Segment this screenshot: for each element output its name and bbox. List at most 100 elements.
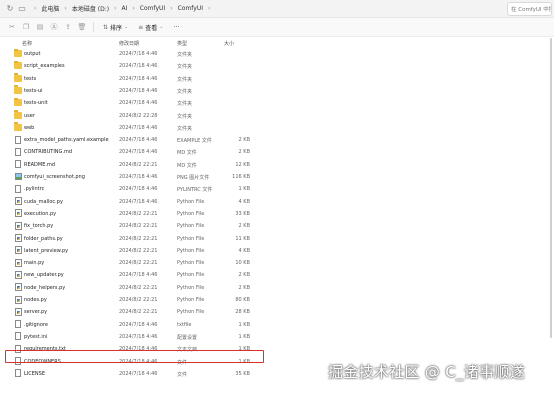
- file-row[interactable]: user 2024/8/2 22:28 文件夹: [0, 110, 330, 122]
- file-name: folder_paths.py: [24, 235, 63, 242]
- folder-icon: [14, 122, 22, 131]
- column-name[interactable]: 名称: [22, 40, 32, 47]
- file-row[interactable]: tests 2024/7/18 4:46 文件夹: [0, 73, 330, 85]
- search-input[interactable]: 在 ComfyUI 中搜索: [507, 2, 552, 16]
- refresh-icon[interactable]: ↻: [4, 3, 16, 15]
- python-file-icon: [15, 221, 22, 230]
- column-size[interactable]: 大小: [224, 40, 234, 47]
- file-size: 10 KB: [235, 260, 250, 267]
- breadcrumb-drive-d[interactable]: 本地磁盘 (D:): [72, 4, 109, 13]
- more-options-button[interactable]: ···: [169, 24, 185, 31]
- file-size: 11 KB: [235, 235, 250, 242]
- view-icon: ≡: [138, 23, 144, 31]
- share-icon[interactable]: ⇪: [61, 20, 75, 34]
- file-size: 2 KB: [238, 272, 250, 279]
- folder-icon: [14, 85, 22, 94]
- file-name: comfyui_screenshot.png: [24, 174, 85, 180]
- file-row[interactable]: tests-ui 2024/7/18 4:46 文件夹: [0, 85, 330, 97]
- file-size: 2 KB: [238, 223, 250, 230]
- file-modified-date: 2024/8/2 22:21: [119, 210, 158, 217]
- file-type: 文件夹: [177, 101, 193, 108]
- file-row[interactable]: .pylintrc 2024/7/18 4:46 PYLINTRC 文件 1 KB: [0, 183, 330, 195]
- file-row[interactable]: latent_preview.py 2024/8/2 22:21 Python Fi…: [0, 245, 330, 257]
- file-size: 4 KB: [238, 247, 250, 254]
- column-date[interactable]: 修改日期: [119, 40, 139, 47]
- file-name: execution.py: [24, 210, 57, 217]
- document-icon: [15, 135, 21, 144]
- file-row[interactable]: cuda_malloc.py 2024/7/18 4:46 Python File 4…: [0, 196, 330, 208]
- file-modified-date: 2024/7/18 4:46: [119, 124, 158, 131]
- file-row[interactable]: main.py 2024/8/2 22:21 Python File 10 KB: [0, 257, 330, 269]
- file-size: 2 KB: [238, 284, 250, 291]
- breadcrumb-comfyui-current[interactable]: ComfyUI: [178, 5, 203, 12]
- file-row[interactable]: execution.py 2024/8/2 22:21 Python File 33 …: [0, 208, 330, 220]
- python-file-icon: [15, 246, 22, 255]
- file-row[interactable]: LICENSE 2024/7/18 4:46 文件 35 KB: [0, 368, 330, 380]
- view-button[interactable]: ≡ 查看 ⌄: [133, 23, 168, 32]
- breadcrumb: › 此电脑 › 本地磁盘 (D:) › AI › ComfyUI › Comfy…: [34, 4, 210, 13]
- file-row[interactable]: README.md 2024/8/2 22:21 MD 文件 12 KB: [0, 159, 330, 171]
- file-modified-date: 2024/7/18 4:46: [119, 149, 158, 156]
- file-row[interactable]: new_updater.py 2024/7/18 4:46 Python File 2…: [0, 269, 330, 281]
- python-file-icon: [15, 295, 22, 304]
- file-name: CONTRIBUTING.md: [24, 149, 73, 156]
- file-type: Python File: [177, 223, 205, 230]
- breadcrumb-comfyui-parent[interactable]: ComfyUI: [140, 5, 165, 12]
- file-size: 35 KB: [235, 370, 250, 377]
- file-name: node_helpers.py: [24, 284, 66, 291]
- file-row[interactable]: extra_model_paths.yaml.example 2024/7/18 …: [0, 134, 330, 146]
- file-row[interactable]: .gitignore 2024/7/18 4:46 txtfile 1 KB: [0, 319, 330, 331]
- file-row[interactable]: CONTRIBUTING.md 2024/7/18 4:46 MD 文件 2 KB: [0, 146, 330, 158]
- file-row[interactable]: pytest.ini 2024/7/18 4:46 配置设置 1 KB: [0, 331, 330, 343]
- file-row[interactable]: folder_paths.py 2024/8/2 22:21 Python File…: [0, 233, 330, 245]
- python-file-icon: [15, 258, 22, 267]
- chevron-right-icon: ›: [170, 5, 173, 12]
- chevron-down-icon: ⌄: [159, 24, 164, 30]
- file-modified-date: 2024/8/2 22:28: [119, 112, 158, 119]
- file-type: Python File: [177, 260, 205, 267]
- file-modified-date: 2024/8/2 22:21: [119, 309, 158, 316]
- sort-button[interactable]: ⇅ 排序 ⌄: [98, 23, 133, 32]
- document-icon: [15, 147, 21, 156]
- file-name: tests-unit: [24, 100, 48, 107]
- file-row[interactable]: tests-unit 2024/7/18 4:46 文件夹: [0, 97, 330, 109]
- file-type: MD 文件: [177, 162, 197, 169]
- watermark: 掘金技术社区 @ C_诸事顺遂: [328, 363, 526, 381]
- file-row[interactable]: server.py 2024/8/2 22:21 Python File 28 KB: [0, 306, 330, 318]
- view-label: 查看: [145, 24, 158, 32]
- file-row[interactable]: output 2024/7/18 4:46 文件夹: [0, 48, 330, 60]
- scrollbar[interactable]: [550, 38, 552, 338]
- paste-icon[interactable]: ▤: [33, 20, 47, 34]
- file-name: .pylintrc: [24, 186, 45, 193]
- file-modified-date: 2024/7/18 4:46: [119, 186, 158, 193]
- file-modified-date: 2024/7/18 4:46: [119, 100, 158, 107]
- file-name: user: [24, 112, 35, 119]
- file-row[interactable]: script_examples 2024/7/18 4:46 文件夹: [0, 60, 330, 72]
- copy-icon[interactable]: ❐: [19, 20, 33, 34]
- folder-icon: [14, 60, 22, 70]
- file-name: new_updater.py: [24, 272, 64, 279]
- chevron-right-icon: ›: [114, 5, 117, 12]
- file-row[interactable]: web 2024/7/18 4:46 文件夹: [0, 122, 330, 134]
- file-size: 33 KB: [235, 210, 250, 217]
- search-placeholder: 在 ComfyUI 中搜索: [511, 7, 551, 13]
- computer-icon: ▭: [18, 4, 26, 13]
- file-row[interactable]: fix_torch.py 2024/8/2 22:21 Python File 2 K…: [0, 220, 330, 232]
- file-modified-date: 2024/8/2 22:21: [119, 260, 158, 267]
- file-type: Python File: [177, 235, 205, 242]
- file-row[interactable]: node_helpers.py 2024/8/2 22:21 Python File…: [0, 282, 330, 294]
- breadcrumb-this-pc[interactable]: 此电脑: [41, 4, 59, 13]
- delete-icon[interactable]: 🗑: [75, 20, 89, 34]
- selection-highlight: [5, 350, 264, 363]
- file-row[interactable]: nodes.py 2024/8/2 22:21 Python File 80 KB: [0, 294, 330, 306]
- column-type[interactable]: 类型: [177, 40, 187, 47]
- cut-icon[interactable]: ✂: [5, 20, 19, 34]
- rename-icon[interactable]: Ⓐ: [47, 20, 61, 34]
- breadcrumb-ai[interactable]: AI: [121, 5, 127, 12]
- file-type: 文件夹: [177, 113, 193, 120]
- file-size: 28 KB: [235, 309, 250, 316]
- folder-icon: [14, 73, 22, 82]
- file-type: PYLINTRC 文件: [177, 187, 213, 194]
- file-type: Python File: [177, 309, 205, 316]
- file-row[interactable]: comfyui_screenshot.png 2024/7/18 4:46 PNG …: [0, 171, 330, 183]
